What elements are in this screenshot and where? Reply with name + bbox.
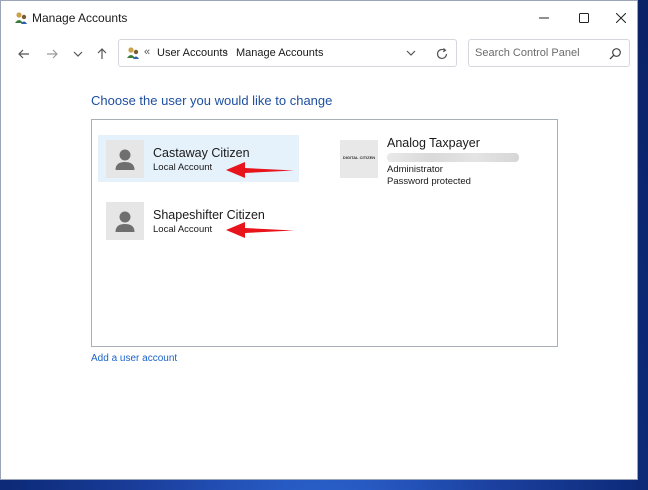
- maximize-icon: [579, 13, 589, 23]
- account-name: Castaway Citizen: [153, 146, 250, 160]
- close-button[interactable]: [598, 1, 644, 35]
- arrow-left-icon: [18, 49, 29, 59]
- breadcrumb-separator[interactable]: ›: [224, 46, 228, 58]
- account-analog-taxpayer[interactable]: DIGITAL CITIZEN Analog Taxpayer Administ…: [335, 135, 555, 195]
- account-role: Administrator: [387, 164, 443, 175]
- account-type: Local Account: [153, 162, 213, 173]
- minimize-icon: [539, 17, 549, 19]
- close-icon: [616, 13, 626, 23]
- overflow-chevron[interactable]: «: [144, 46, 150, 58]
- address-bar[interactable]: « User Accounts › Manage Accounts: [118, 39, 457, 67]
- page-heading: Choose the user you would like to change: [91, 93, 333, 108]
- manage-accounts-window: Manage Accounts « User Accounts › Manage…: [0, 0, 638, 480]
- search-input[interactable]: [475, 43, 601, 63]
- chevron-down-icon: [73, 51, 83, 57]
- account-name: Analog Taxpayer: [387, 136, 480, 150]
- window-title: Manage Accounts: [32, 11, 128, 25]
- add-user-account-link[interactable]: Add a user account: [91, 353, 177, 364]
- account-name: Shapeshifter Citizen: [153, 208, 265, 222]
- arrow-up-icon: [97, 48, 107, 59]
- breadcrumb-manage-accounts[interactable]: Manage Accounts: [236, 47, 323, 59]
- control-panel-icon: [127, 47, 139, 59]
- annotation-arrow-icon: [226, 162, 294, 178]
- up-button[interactable]: [91, 44, 113, 64]
- blurred-email: [387, 153, 519, 162]
- account-password-status: Password protected: [387, 176, 471, 187]
- annotation-arrow-icon: [226, 222, 294, 238]
- search-box[interactable]: [468, 39, 630, 67]
- refresh-icon[interactable]: [435, 47, 449, 61]
- logo-text: DIGITAL CITIZEN: [342, 155, 376, 160]
- person-avatar-icon: [106, 140, 144, 178]
- search-icon[interactable]: [609, 47, 622, 60]
- arrow-right-icon: [47, 49, 58, 59]
- recent-locations-button[interactable]: [67, 44, 89, 64]
- user-accounts-icon: [15, 12, 27, 24]
- back-button[interactable]: [13, 44, 35, 64]
- person-avatar-icon: [106, 202, 144, 240]
- title-bar: Manage Accounts: [1, 1, 637, 35]
- account-type: Local Account: [153, 224, 213, 235]
- breadcrumb-user-accounts[interactable]: User Accounts: [157, 47, 228, 59]
- digital-citizen-logo: DIGITAL CITIZEN: [340, 140, 378, 178]
- address-dropdown-icon[interactable]: [405, 47, 417, 59]
- accounts-list: Castaway Citizen Local Account Shapeshif…: [91, 119, 558, 347]
- navigation-bar: « User Accounts › Manage Accounts: [1, 35, 637, 75]
- forward-button[interactable]: [41, 44, 63, 64]
